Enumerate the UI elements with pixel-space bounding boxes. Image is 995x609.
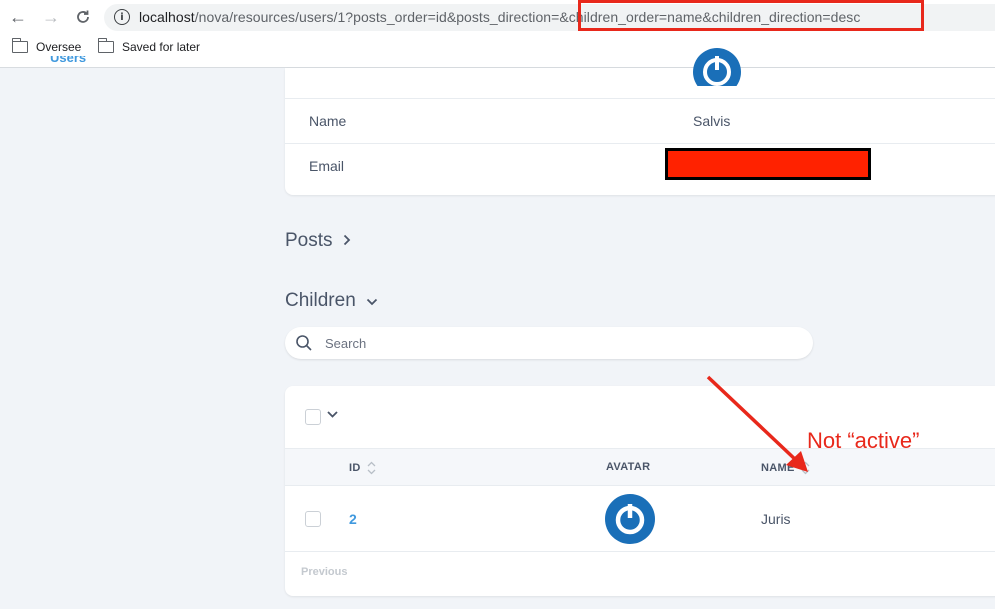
row-name: Juris — [761, 511, 791, 527]
sort-icon[interactable] — [367, 461, 376, 475]
sidebar-item-users[interactable]: Users — [50, 56, 86, 68]
folder-icon — [11, 38, 28, 53]
field-row-name: Name Salvis — [285, 98, 995, 143]
annotation-text: Not “active” — [807, 428, 920, 453]
field-label: Name — [309, 113, 347, 129]
table-row[interactable]: 2 Juris — [285, 486, 995, 552]
column-header-id[interactable]: ID — [349, 461, 376, 475]
reload-icon[interactable] — [72, 6, 94, 28]
bookmark-saved-for-later[interactable]: Saved for later — [97, 38, 200, 54]
row-id-link[interactable]: 2 — [349, 511, 357, 527]
annotation-arrow — [706, 375, 808, 472]
field-row-email: Email — [285, 143, 995, 195]
posts-section-title[interactable]: Posts — [285, 230, 351, 252]
info-icon[interactable]: i — [114, 9, 130, 25]
field-label: Email — [309, 158, 345, 174]
folder-icon — [97, 38, 114, 53]
chevron-down-icon — [366, 293, 378, 310]
column-header-avatar: AVATAR — [606, 461, 651, 473]
resource-detail-card: Name Salvis Email — [285, 48, 995, 195]
avatar — [693, 48, 741, 86]
browser-chrome: ← → i localhost/nova/resources/users/1?p… — [0, 0, 995, 68]
avatar — [605, 494, 655, 544]
chevron-down-icon[interactable] — [327, 407, 338, 421]
forward-arrow-icon[interactable]: → — [40, 6, 62, 28]
back-arrow-icon[interactable]: ← — [7, 6, 29, 28]
url-highlight-box — [578, 0, 924, 31]
bookmark-oversee[interactable]: Oversee — [11, 38, 81, 54]
previous-page-button[interactable]: Previous — [301, 566, 347, 578]
children-section-title[interactable]: Children — [285, 290, 378, 312]
redaction-box — [665, 148, 871, 180]
chevron-right-icon — [343, 233, 351, 250]
search-input[interactable] — [325, 327, 795, 359]
row-checkbox[interactable] — [305, 511, 321, 527]
search-icon — [295, 334, 313, 352]
children-table-card: ID AVATAR NAME 2 Juris Previous — [285, 386, 995, 596]
select-all-checkbox[interactable] — [305, 409, 321, 425]
field-value: Salvis — [693, 113, 731, 129]
search-box — [285, 327, 813, 359]
